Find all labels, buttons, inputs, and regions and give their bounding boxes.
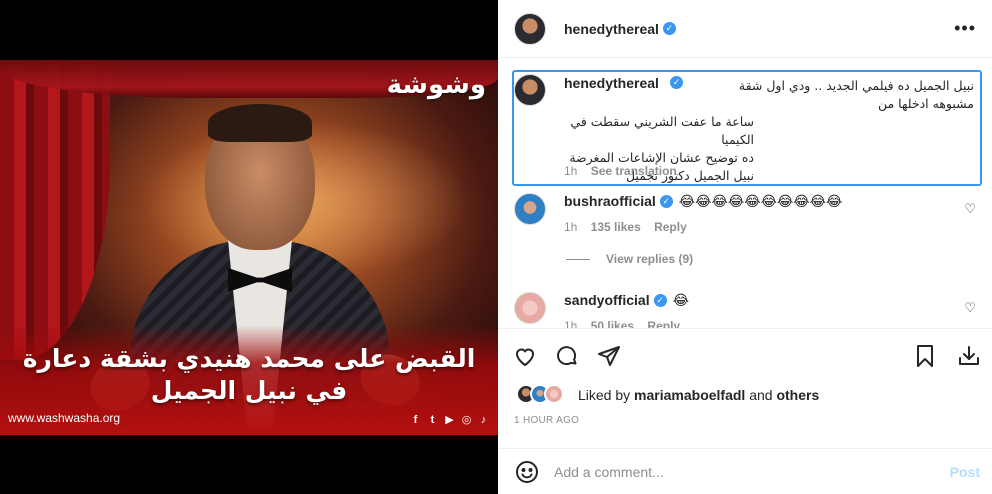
liked-by: Liked by mariamaboelfadl and others bbox=[516, 384, 819, 406]
liked-by-and: and bbox=[749, 387, 773, 403]
post-actions: Liked by mariamaboelfadl and others 1 HO… bbox=[498, 328, 992, 448]
avatar[interactable] bbox=[514, 292, 546, 324]
header-username[interactable]: henedythereal bbox=[564, 21, 659, 37]
comment-body: sandyofficial ✓ 😂 bbox=[564, 292, 689, 310]
caption-line: ساعة ما عفت الشريني سقطت في الكيميا bbox=[570, 114, 754, 147]
verified-badge-icon: ✓ bbox=[659, 195, 673, 209]
comment-input[interactable] bbox=[554, 463, 950, 480]
comment-icon[interactable] bbox=[554, 343, 580, 369]
action-icons-right bbox=[912, 343, 982, 369]
facebook-icon: f bbox=[413, 414, 418, 426]
verified-badge-icon: ✓ bbox=[662, 22, 676, 35]
post-media: وشوشة القبض على محمد هنيدي بشقة دعارة في… bbox=[0, 0, 498, 494]
comment-body: bushraofficial ✓ 😂😂😂😂😂😂😂😂😂😂 bbox=[564, 193, 842, 211]
comments-section[interactable]: henedythereal ✓ نبيل الجميل ده فيلمي الج… bbox=[498, 58, 992, 328]
caption: henedythereal ✓ نبيل الجميل ده فيلمي الج… bbox=[512, 70, 982, 186]
like-comment-heart-icon[interactable]: ♡ bbox=[964, 300, 976, 316]
post-header: henedythereal ✓ ••• bbox=[498, 0, 992, 58]
hair bbox=[208, 104, 312, 142]
action-icons-left bbox=[512, 343, 622, 369]
emoji-icon[interactable] bbox=[514, 459, 540, 485]
like-comment-heart-icon[interactable]: ♡ bbox=[964, 201, 976, 217]
comment-username[interactable]: bushraofficial bbox=[564, 193, 656, 209]
share-icon[interactable] bbox=[596, 343, 622, 369]
liked-avatars bbox=[516, 384, 568, 406]
comment-time[interactable]: 1h bbox=[564, 319, 577, 328]
avatar[interactable] bbox=[514, 12, 546, 45]
verified-badge-icon: ✓ bbox=[653, 294, 667, 308]
liked-by-user[interactable]: mariamaboelfadl bbox=[634, 387, 745, 403]
avatar[interactable] bbox=[544, 384, 564, 404]
liked-by-others[interactable]: others bbox=[776, 387, 819, 403]
caption-line: نبيل الجميل ده فيلمي الجديد .. ودي اول ش… bbox=[738, 78, 974, 111]
comment-likes[interactable]: 135 likes bbox=[591, 220, 641, 234]
youtube-icon: ▶ bbox=[445, 414, 454, 426]
comment-likes[interactable]: 50 likes bbox=[591, 319, 634, 328]
twitter-icon: t bbox=[430, 414, 435, 426]
social-icons: f t ▶ ◎ ♪ bbox=[409, 414, 490, 427]
caption-meta: 1h See translation bbox=[564, 164, 677, 178]
avatar[interactable] bbox=[514, 193, 546, 225]
tiktok-icon: ♪ bbox=[480, 414, 487, 426]
headline-line-2: في نبيل الجميل bbox=[150, 376, 348, 405]
divider bbox=[566, 258, 590, 260]
post-image[interactable]: وشوشة القبض على محمد هنيدي بشقة دعارة في… bbox=[0, 60, 498, 435]
caption-time[interactable]: 1h bbox=[564, 164, 577, 178]
reply-button[interactable]: Reply bbox=[647, 319, 680, 328]
view-replies-label: View replies (9) bbox=[606, 252, 694, 266]
view-replies-button[interactable]: View replies (9) bbox=[566, 252, 693, 266]
liked-by-prefix: Liked by bbox=[578, 387, 631, 403]
heart-icon[interactable] bbox=[512, 343, 538, 369]
site-url: www.washwasha.org bbox=[8, 411, 121, 425]
avatar[interactable] bbox=[514, 74, 546, 106]
post-panel: henedythereal ✓ ••• henedythereal ✓ نبيل… bbox=[498, 0, 992, 494]
post-button[interactable]: Post bbox=[950, 464, 980, 480]
more-options-icon[interactable]: ••• bbox=[954, 18, 976, 39]
instagram-icon: ◎ bbox=[461, 414, 472, 426]
curtain bbox=[0, 60, 110, 360]
bookmark-icon[interactable] bbox=[912, 343, 938, 369]
download-icon[interactable] bbox=[956, 343, 982, 369]
comment-time[interactable]: 1h bbox=[564, 220, 577, 234]
comment-meta: 1h 50 likes Reply bbox=[564, 319, 680, 328]
comment-meta: 1h 135 likes Reply bbox=[564, 220, 687, 234]
see-translation-link[interactable]: See translation bbox=[591, 164, 677, 178]
add-comment-bar: Post bbox=[498, 448, 992, 494]
post-timestamp[interactable]: 1 HOUR AGO bbox=[514, 415, 579, 426]
reply-button[interactable]: Reply bbox=[654, 220, 687, 234]
comment-text: 😂😂😂😂😂😂😂😂😂😂 bbox=[678, 193, 843, 209]
comment-text: 😂 bbox=[672, 292, 689, 308]
comment-username[interactable]: sandyofficial bbox=[564, 292, 650, 308]
headline-line-1: القبض على محمد هنيدي بشقة دعارة bbox=[22, 344, 476, 373]
brand-logo: وشوشة bbox=[386, 70, 486, 100]
